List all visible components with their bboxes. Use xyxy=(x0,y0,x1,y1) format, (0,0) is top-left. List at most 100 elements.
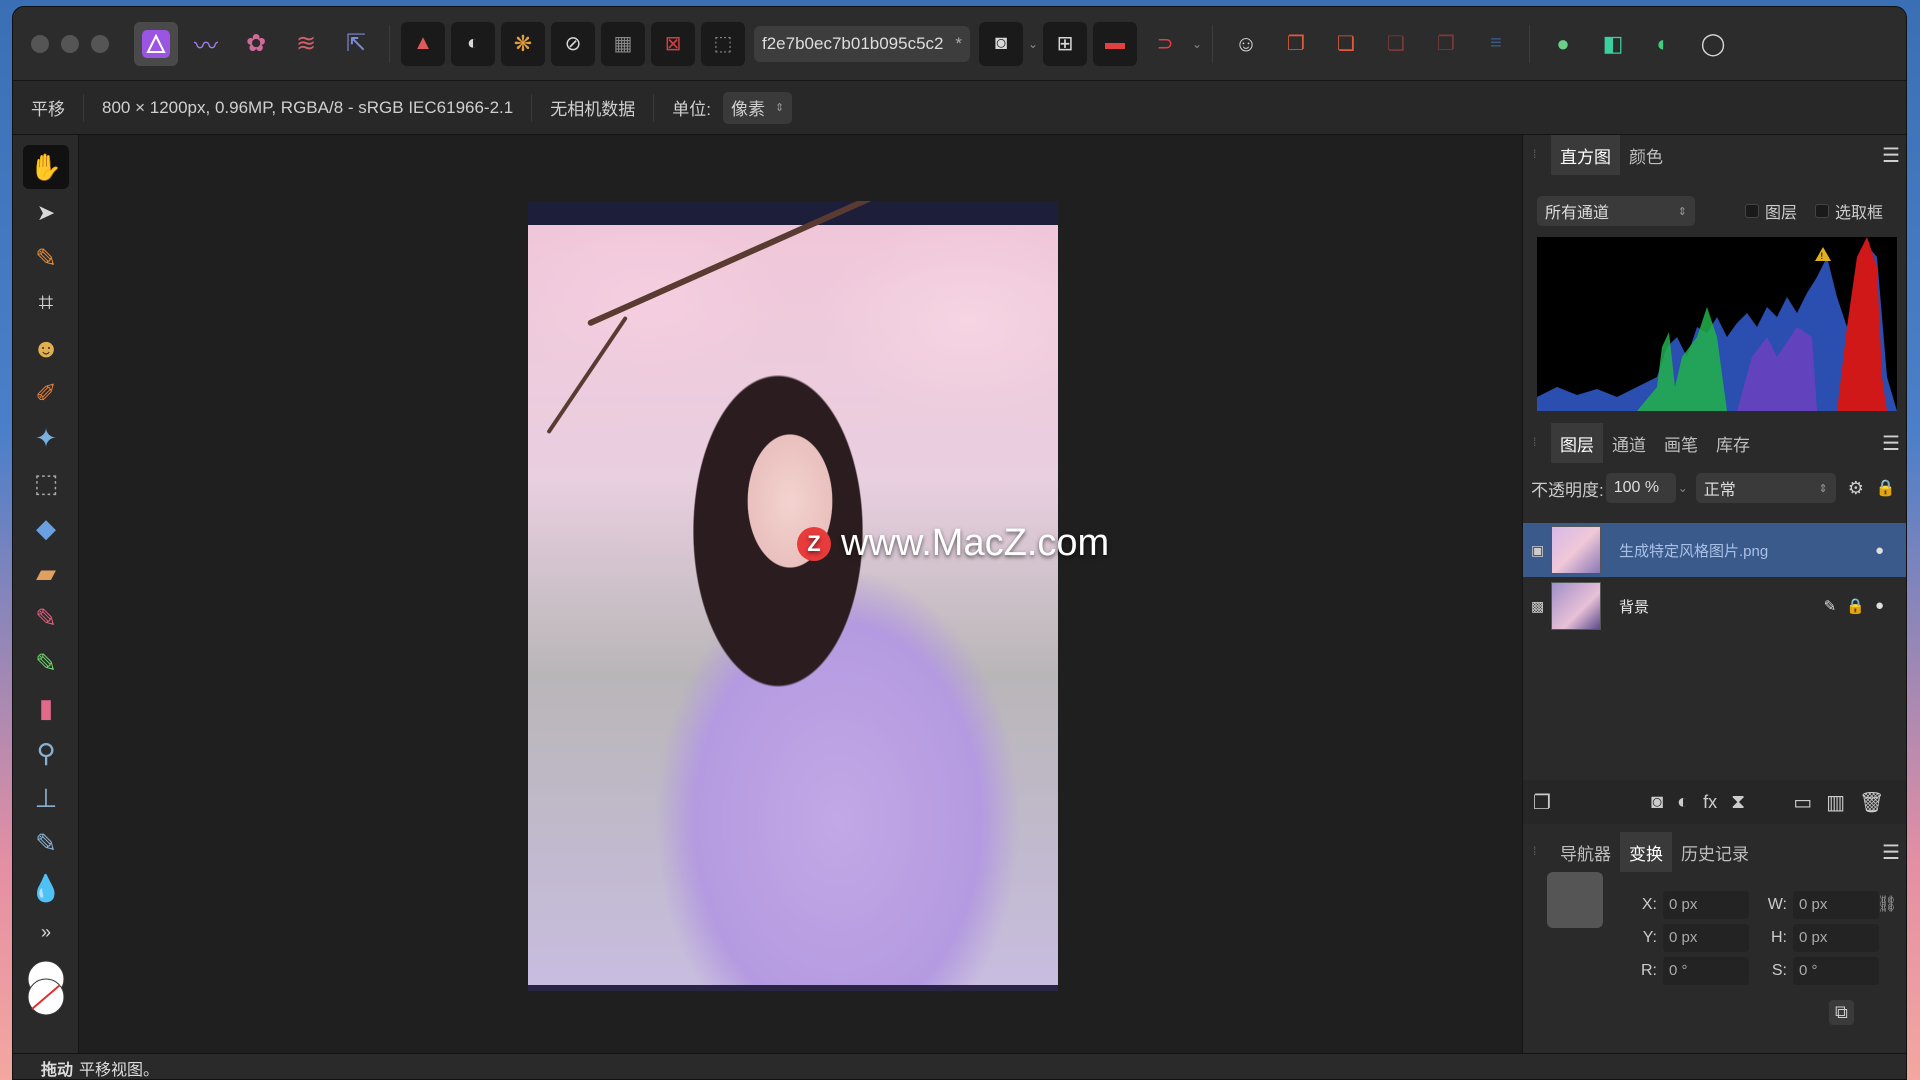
blur-tool-icon[interactable]: 💧 xyxy=(23,866,69,910)
gear-icon[interactable]: ⚙ xyxy=(1848,478,1864,499)
paint-brush-tool-icon[interactable]: ✎ xyxy=(23,596,69,640)
gradient-tool-icon[interactable]: ▰ xyxy=(23,551,69,595)
auto-color-icon[interactable]: ❋ xyxy=(501,21,545,66)
y-field[interactable]: 0 px xyxy=(1663,923,1749,952)
delete-layer-icon[interactable]: 🗑 xyxy=(1859,790,1884,815)
minimize-window-button[interactable] xyxy=(61,34,79,53)
develop-persona-icon[interactable]: ✿ xyxy=(234,22,278,66)
flood-fill-tool-icon[interactable]: ◆ xyxy=(23,506,69,550)
snapping-icon[interactable]: ⊞ xyxy=(1043,21,1087,66)
tab-transform[interactable]: 变换 xyxy=(1620,832,1672,872)
canvas-area[interactable] xyxy=(79,135,1521,1053)
order-front-icon[interactable]: ❏ xyxy=(1324,22,1368,66)
tab-channels[interactable]: 通道 xyxy=(1603,423,1655,463)
zoom-window-button[interactable] xyxy=(91,34,109,53)
liquify-persona-icon[interactable]: 〰 xyxy=(184,22,228,66)
r-field[interactable]: 0 ° xyxy=(1663,956,1749,985)
force-pixel-alignment-icon[interactable]: ⊃ xyxy=(1143,22,1187,66)
more-tools-icon[interactable]: » xyxy=(23,917,69,947)
boolean-intersect-icon[interactable]: ◐ xyxy=(1641,22,1685,66)
anchor-selector[interactable] xyxy=(1547,872,1603,928)
panel-menu-icon[interactable]: ☰ xyxy=(1882,143,1900,168)
edit-pencil-icon[interactable]: ✎ xyxy=(1824,597,1837,615)
assistant-settings-icon[interactable]: ☺ xyxy=(1224,22,1268,66)
order-back-one-icon[interactable]: ❐ xyxy=(1424,22,1468,66)
marquee-checkbox[interactable]: 选取框 xyxy=(1815,199,1883,223)
boolean-add-icon[interactable]: ● xyxy=(1541,22,1585,66)
deselect-icon[interactable]: ⊠ xyxy=(651,21,695,66)
layer-options-icon[interactable]: ❐ xyxy=(1533,790,1551,815)
document-image[interactable] xyxy=(528,201,1058,991)
arrange-icon[interactable]: ❐ xyxy=(1274,22,1318,66)
chevron-down-icon[interactable]: ⌄ xyxy=(1190,37,1204,51)
transform-origin-icon[interactable]: ⧉ xyxy=(1829,1000,1854,1025)
dodge-tool-icon[interactable]: ⚲ xyxy=(23,731,69,775)
levels-icon[interactable]: ▲ xyxy=(401,21,445,66)
clone-tool-icon[interactable]: ⊥ xyxy=(23,776,69,820)
tone-mapping-persona-icon[interactable]: ≋ xyxy=(284,22,328,66)
order-back-icon[interactable]: ❏ xyxy=(1374,22,1418,66)
lock-icon[interactable]: 🔒 xyxy=(1846,597,1865,615)
tab-histogram[interactable]: 直方图 xyxy=(1551,135,1620,175)
panel-grip-icon[interactable]: ⁞ xyxy=(1533,435,1536,449)
tab-navigator[interactable]: 导航器 xyxy=(1551,832,1620,872)
panel-menu-icon[interactable]: ☰ xyxy=(1882,840,1900,865)
tab-layers[interactable]: 图层 xyxy=(1551,423,1603,463)
h-field[interactable]: 0 px xyxy=(1793,923,1879,952)
lock-icon[interactable]: 🔒 xyxy=(1876,478,1896,498)
layer-row[interactable]: ▣ 生成特定风格图片.png ● xyxy=(1523,523,1906,577)
visibility-dot-icon[interactable]: ● xyxy=(1875,542,1884,559)
healing-tool-icon[interactable]: ✎ xyxy=(23,821,69,865)
hand-tool-icon[interactable]: ✋ xyxy=(23,145,69,189)
export-persona-icon[interactable]: ⇱ xyxy=(334,22,378,66)
marquee-tool-icon[interactable]: ⬚ xyxy=(23,461,69,505)
fx-icon[interactable]: fx xyxy=(1703,792,1717,813)
opacity-field[interactable]: 100 % xyxy=(1605,473,1676,503)
color-swatch-icon[interactable] xyxy=(23,957,69,1027)
visibility-dot-icon[interactable]: ● xyxy=(1875,597,1884,615)
account-icon[interactable]: ◯ xyxy=(1691,22,1735,66)
color-replacement-tool-icon[interactable]: ✎ xyxy=(23,641,69,685)
tab-color[interactable]: 颜色 xyxy=(1620,135,1672,175)
close-window-button[interactable] xyxy=(31,34,49,53)
link-icon[interactable]: ⛓ xyxy=(1877,894,1897,914)
magic-wand-tool-icon[interactable]: ✦ xyxy=(23,416,69,460)
units-select[interactable]: 像素 ⇕ xyxy=(722,91,793,124)
document-name-field[interactable]: f2e7b0ec7b01b095c5c2 * xyxy=(754,25,970,62)
x-field[interactable]: 0 px xyxy=(1663,890,1749,919)
add-mask-icon[interactable]: ◙ xyxy=(1651,791,1663,814)
auto-contrast-icon[interactable]: ◐ xyxy=(451,21,495,66)
color-picker-tool-icon[interactable]: ✎ xyxy=(23,236,69,280)
select-all-icon[interactable]: ▦ xyxy=(601,21,645,66)
chevron-down-icon[interactable]: ⌄ xyxy=(1026,37,1040,51)
red-eye-tool-icon[interactable]: ☻ xyxy=(23,326,69,370)
layer-checkbox[interactable]: 图层 xyxy=(1745,199,1797,223)
crop-tool-icon[interactable]: ⌗ xyxy=(23,281,69,325)
move-tool-icon[interactable]: ➤ xyxy=(23,191,69,235)
quick-mask-icon[interactable]: ◙ xyxy=(979,21,1023,66)
chevron-down-icon[interactable]: ⌄ xyxy=(1676,481,1690,495)
blend-mode-select[interactable]: 正常 ⇕ xyxy=(1695,473,1836,503)
s-field[interactable]: 0 ° xyxy=(1793,956,1879,985)
auto-white-balance-icon[interactable]: ⊘ xyxy=(551,21,595,66)
tab-stock[interactable]: 库存 xyxy=(1707,423,1759,463)
assistant-icon[interactable]: ▬ xyxy=(1093,21,1137,66)
add-pixel-layer-icon[interactable]: ▥ xyxy=(1826,790,1845,815)
panel-menu-icon[interactable]: ☰ xyxy=(1882,431,1900,456)
live-filter-icon[interactable]: ⧗ xyxy=(1731,791,1745,814)
layer-row[interactable]: ▩ 背景 ✎ 🔒 ● xyxy=(1523,579,1906,633)
adjustment-icon[interactable]: ◐ xyxy=(1677,791,1689,814)
tab-history[interactable]: 历史记录 xyxy=(1672,832,1758,872)
w-field[interactable]: 0 px xyxy=(1793,890,1879,919)
invert-selection-icon[interactable]: ⬚ xyxy=(701,21,745,66)
boolean-subtract-icon[interactable]: ◧ xyxy=(1591,22,1635,66)
erase-tool-icon[interactable]: ▮ xyxy=(23,686,69,730)
tab-brushes[interactable]: 画笔 xyxy=(1655,423,1707,463)
photo-persona-icon[interactable] xyxy=(134,21,178,66)
align-icon[interactable]: ≡ xyxy=(1474,22,1518,66)
panel-grip-icon[interactable]: ⁞ xyxy=(1533,844,1536,858)
selection-brush-tool-icon[interactable]: ✐ xyxy=(23,371,69,415)
panel-grip-icon[interactable]: ⁞ xyxy=(1533,147,1536,161)
channel-select[interactable]: 所有通道 ⇕ xyxy=(1537,196,1695,226)
add-group-icon[interactable]: ▭ xyxy=(1793,790,1812,815)
